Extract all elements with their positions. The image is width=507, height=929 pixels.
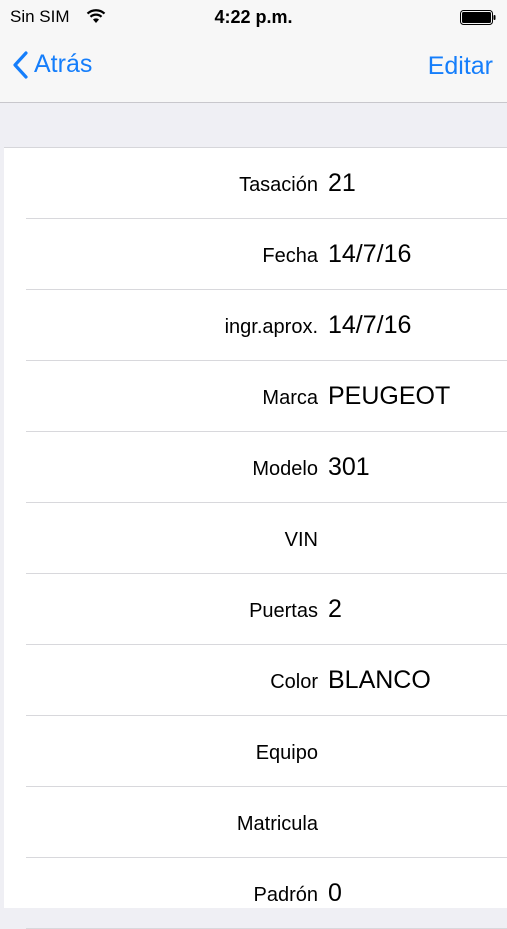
details-table: Tasación 21 Fecha 14/7/16 ingr.aprox. 14/7/16… [4, 147, 507, 929]
table-row[interactable]: Tasación 21 [26, 148, 507, 219]
field-label: Marca [262, 387, 318, 409]
field-value: 21 [328, 169, 356, 197]
field-label: Modelo [252, 458, 318, 480]
battery-icon [460, 10, 496, 25]
field-label: Tasación [239, 174, 318, 196]
field-value: 2 [328, 595, 342, 623]
status-bar: Sin SIM 4:22 p.m. [0, 0, 507, 36]
table-row[interactable]: Equipo [26, 716, 507, 787]
field-label: Puertas [249, 600, 318, 622]
field-label: Matricula [236, 813, 318, 835]
table-row[interactable]: Fecha 14/7/16 [26, 219, 507, 290]
field-label: Padrón [253, 884, 319, 906]
field-label: Equipo [255, 742, 318, 764]
back-label: Atrás [34, 50, 93, 78]
field-value: 14/7/16 [328, 311, 412, 339]
field-label: ingr.aprox. [224, 316, 318, 338]
field-label: Color [270, 671, 318, 693]
field-value: 301 [328, 453, 370, 481]
field-label: Fecha [262, 245, 318, 267]
field-value: 14/7/16 [328, 240, 412, 268]
table-row[interactable]: Puertas 2 [26, 574, 507, 645]
edit-button[interactable]: Editar [428, 52, 493, 81]
table-row[interactable]: Padrón 0 [26, 858, 507, 929]
chevron-left-icon [13, 50, 28, 79]
table-row[interactable]: Color BLANCO [26, 645, 507, 716]
back-button[interactable]: Atrás [12, 50, 92, 79]
status-time: 4:22 p.m. [214, 7, 293, 27]
table-row[interactable]: VIN [26, 503, 507, 574]
field-value: PEUGEOT [328, 382, 451, 410]
table-row[interactable]: Modelo 301 [26, 432, 507, 503]
field-label: VIN [284, 529, 318, 551]
field-value: 0 [328, 879, 342, 907]
field-value: BLANCO [328, 666, 431, 694]
table-row[interactable]: Matricula [26, 787, 507, 858]
table-row[interactable]: Marca PEUGEOT [26, 361, 507, 432]
navigation-bar: Atrás Editar [0, 36, 507, 103]
table-row[interactable]: ingr.aprox. 14/7/16 [26, 290, 507, 361]
